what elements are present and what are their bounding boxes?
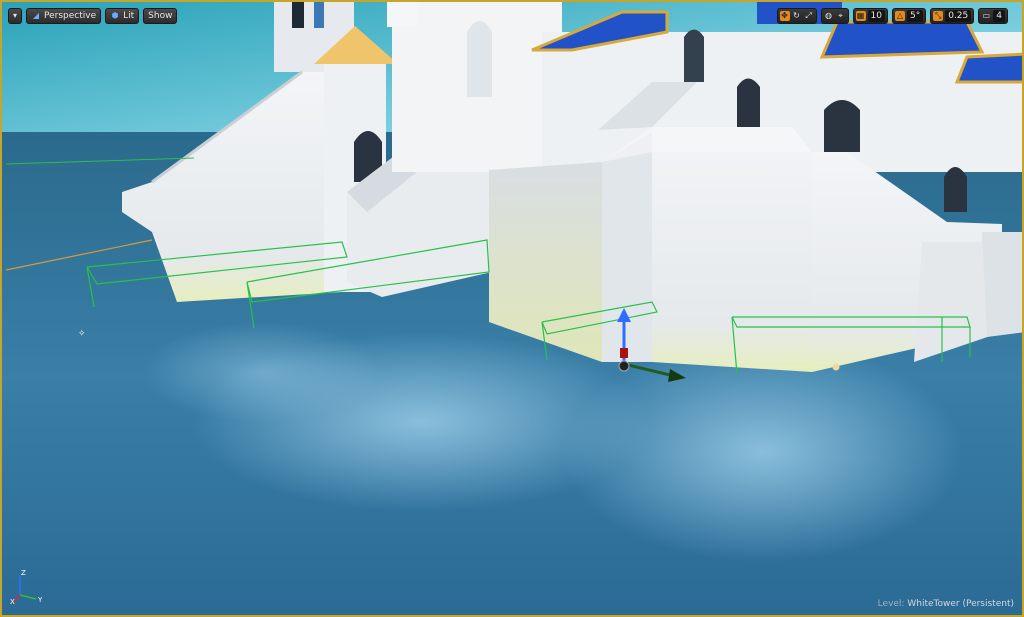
camera-speed-icon: ▭	[982, 11, 991, 20]
grid-snap-button[interactable]: ▦ 10	[852, 8, 888, 24]
right-edge-wall	[982, 232, 1022, 337]
axis-indicator: Z Y X	[10, 569, 43, 605]
scale-snap-icon: ⤡	[933, 11, 944, 21]
level-name: WhiteTower (Persistent)	[907, 599, 1014, 609]
arched-window	[737, 78, 760, 127]
rotation-snap-value[interactable]: 5°	[906, 10, 924, 22]
show-label: Show	[148, 11, 173, 21]
show-button[interactable]: Show	[143, 8, 178, 24]
tower-window	[314, 2, 324, 28]
viewport-menu-icon: ▾	[12, 11, 17, 20]
axis-x-label: X	[10, 598, 15, 605]
rotation-snap-icon: △	[894, 11, 905, 21]
scale-mode-icon[interactable]: ⤢	[804, 11, 814, 21]
level-prefix: Level:	[877, 599, 905, 609]
world-local-icon[interactable]: ◍	[824, 11, 834, 21]
arched-window	[944, 167, 967, 212]
axis-z-label: Z	[21, 569, 26, 577]
scale-snap-button[interactable]: ⤡ 0.25	[930, 8, 975, 24]
blue-roof	[954, 52, 1022, 84]
arched-window	[684, 29, 704, 82]
perspective-icon: ◢	[32, 11, 40, 20]
lit-button[interactable]: ⬢ Lit	[105, 8, 140, 24]
grid-snap-value[interactable]: 10	[867, 10, 885, 22]
prop-marker[interactable]: ✧	[78, 329, 86, 339]
scene-render[interactable]: ✧	[2, 2, 1024, 617]
camera-speed-button[interactable]: ▭ 4	[978, 8, 1008, 24]
background-pillar	[387, 2, 417, 27]
blue-roof	[819, 20, 985, 59]
perspective-button[interactable]: ◢ Perspective	[26, 8, 102, 24]
front-block-face	[602, 132, 652, 362]
transform-mode-group: ✥ ↻ ⤢	[776, 8, 817, 24]
background-arch	[467, 21, 492, 97]
rotate-mode-icon[interactable]: ↻	[792, 11, 802, 21]
arched-window	[824, 100, 860, 152]
level-viewport[interactable]: ✧ ▾ ◢ Perspective ⬢ Lit Show ✥ ↻ ⤢ ◍ ⌖ ▦…	[0, 0, 1024, 617]
surface-snap-icon[interactable]: ⌖	[836, 11, 846, 21]
prop-sphere[interactable]	[832, 363, 840, 371]
level-indicator: Level: WhiteTower (Persistent)	[878, 599, 1014, 609]
lit-label: Lit	[123, 11, 135, 21]
viewport-toolbar-left: ▾ ◢ Perspective ⬢ Lit Show	[8, 8, 178, 24]
translate-mode-icon[interactable]: ✥	[779, 11, 790, 21]
tower-window	[292, 2, 304, 28]
viewport-toolbar-right: ✥ ↻ ⤢ ◍ ⌖ ▦ 10 △ 5° ⤡ 0.25 ▭ 4	[776, 8, 1008, 24]
camera-speed-value[interactable]: 4	[993, 10, 1005, 22]
water-reflection	[142, 322, 382, 422]
grid-snap-icon: ▦	[855, 11, 866, 21]
lit-sphere-icon: ⬢	[111, 11, 119, 20]
axis-y-label: Y	[37, 596, 43, 604]
rotation-snap-button[interactable]: △ 5°	[891, 8, 927, 24]
viewport-menu-button[interactable]: ▾	[8, 8, 22, 24]
perspective-label: Perspective	[44, 11, 97, 21]
front-block-face	[652, 127, 812, 372]
water-reflection	[562, 342, 962, 562]
scale-snap-value[interactable]: 0.25	[945, 10, 972, 22]
coord-snap-group: ◍ ⌖	[820, 8, 849, 24]
